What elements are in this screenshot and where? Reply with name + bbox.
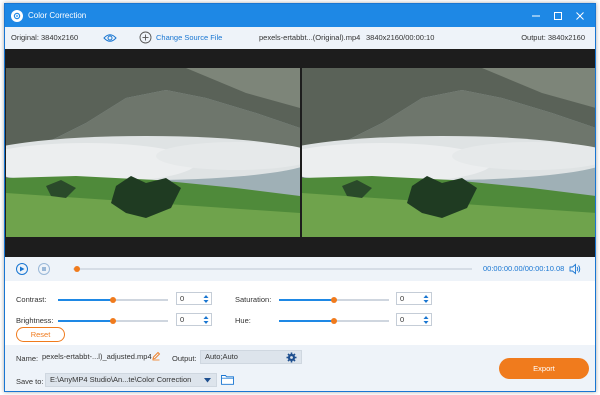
contrast-value-input[interactable]: 0 [176,292,212,305]
brightness-slider-handle[interactable] [110,318,116,324]
output-format-value: Auto;Auto [205,352,238,361]
eye-icon[interactable] [103,32,117,46]
edit-name-icon[interactable] [151,351,161,363]
output-settings-bar: Name: pexels-ertabbt-...l)_adjusted.mp4 … [5,345,595,391]
output-resolution-label: Output: 3840x2160 [521,33,585,42]
brightness-slider-fill [58,320,113,322]
hue-stepper-icon[interactable] [423,315,429,325]
hue-slider-handle[interactable] [331,318,337,324]
original-video-preview [6,68,300,237]
save-path-field[interactable]: E:\AnyMP4 Studio\An...te\Color Correctio… [45,373,217,387]
playback-progress-track[interactable] [73,266,472,272]
open-folder-icon[interactable] [221,374,234,387]
close-icon[interactable] [569,4,591,27]
source-file-info: 3840x2160/00:00:10 [366,33,435,42]
color-correction-window: Color Correction Original: 3840x2160 Cha… [4,3,596,392]
brightness-stepper-icon[interactable] [203,315,209,325]
saturation-slider-fill [279,299,334,301]
app-logo-icon [11,9,23,22]
adjusted-video-preview [302,68,595,237]
contrast-stepper-icon[interactable] [203,294,209,304]
name-label: Name: [16,354,39,363]
saturation-value: 0 [400,294,405,303]
hue-slider[interactable] [279,318,389,324]
title-bar: Color Correction [5,4,595,27]
export-button[interactable]: Export [499,358,589,379]
hue-slider-fill [279,320,334,322]
minimize-icon[interactable] [525,4,547,27]
playback-controls: 00:00:00.00/00:00:10.08 [5,257,595,281]
brightness-slider[interactable] [58,318,168,324]
hue-value: 0 [400,315,405,324]
chevron-down-icon[interactable] [204,378,211,383]
contrast-slider-fill [58,299,113,301]
total-time: /00:00:10.08 [522,264,565,273]
stop-button[interactable] [38,263,50,275]
brightness-value-input[interactable]: 0 [176,313,212,326]
video-preview-area [5,49,595,257]
saturation-value-input[interactable]: 0 [396,292,432,305]
saturation-label: Saturation: [235,295,272,304]
brightness-label: Brightness: [16,316,54,325]
contrast-slider[interactable] [58,297,168,303]
add-icon[interactable] [139,31,152,46]
brightness-value: 0 [180,315,185,324]
contrast-slider-handle[interactable] [110,297,116,303]
maximize-icon[interactable] [547,4,569,27]
saturation-slider-handle[interactable] [331,297,337,303]
source-info-bar: Original: 3840x2160 Change Source File p… [5,27,595,49]
settings-gear-icon[interactable] [286,352,297,363]
source-file-name: pexels-ertabbt...(Original).mp4 [259,33,361,42]
window-title: Color Correction [28,11,87,20]
output-label: Output: [172,354,197,363]
hue-label: Hue: [235,316,251,325]
change-source-file-button[interactable]: Change Source File [156,27,222,49]
output-file-name: pexels-ertabbt-...l)_adjusted.mp4 [42,352,152,361]
hue-value-input[interactable]: 0 [396,313,432,326]
current-time: 00:00:00.00 [483,264,523,273]
volume-icon[interactable] [569,263,581,277]
saturation-stepper-icon[interactable] [423,294,429,304]
save-path-value: E:\AnyMP4 Studio\An...te\Color Correctio… [50,375,192,384]
saturation-slider[interactable] [279,297,389,303]
output-format-field[interactable]: Auto;Auto [200,350,302,364]
playback-progress-knob[interactable] [74,266,80,272]
playback-time: 00:00:00.00/00:00:10.08 [483,257,564,281]
save-to-label: Save to: [16,377,44,386]
reset-button[interactable]: Reset [16,327,65,342]
color-adjustment-panel: Contrast: 0 Brightness: 0 Saturation: 0 … [5,281,595,345]
original-resolution-label: Original: 3840x2160 [11,33,79,42]
play-button[interactable] [16,263,28,275]
contrast-label: Contrast: [16,295,47,304]
contrast-value: 0 [180,294,185,303]
